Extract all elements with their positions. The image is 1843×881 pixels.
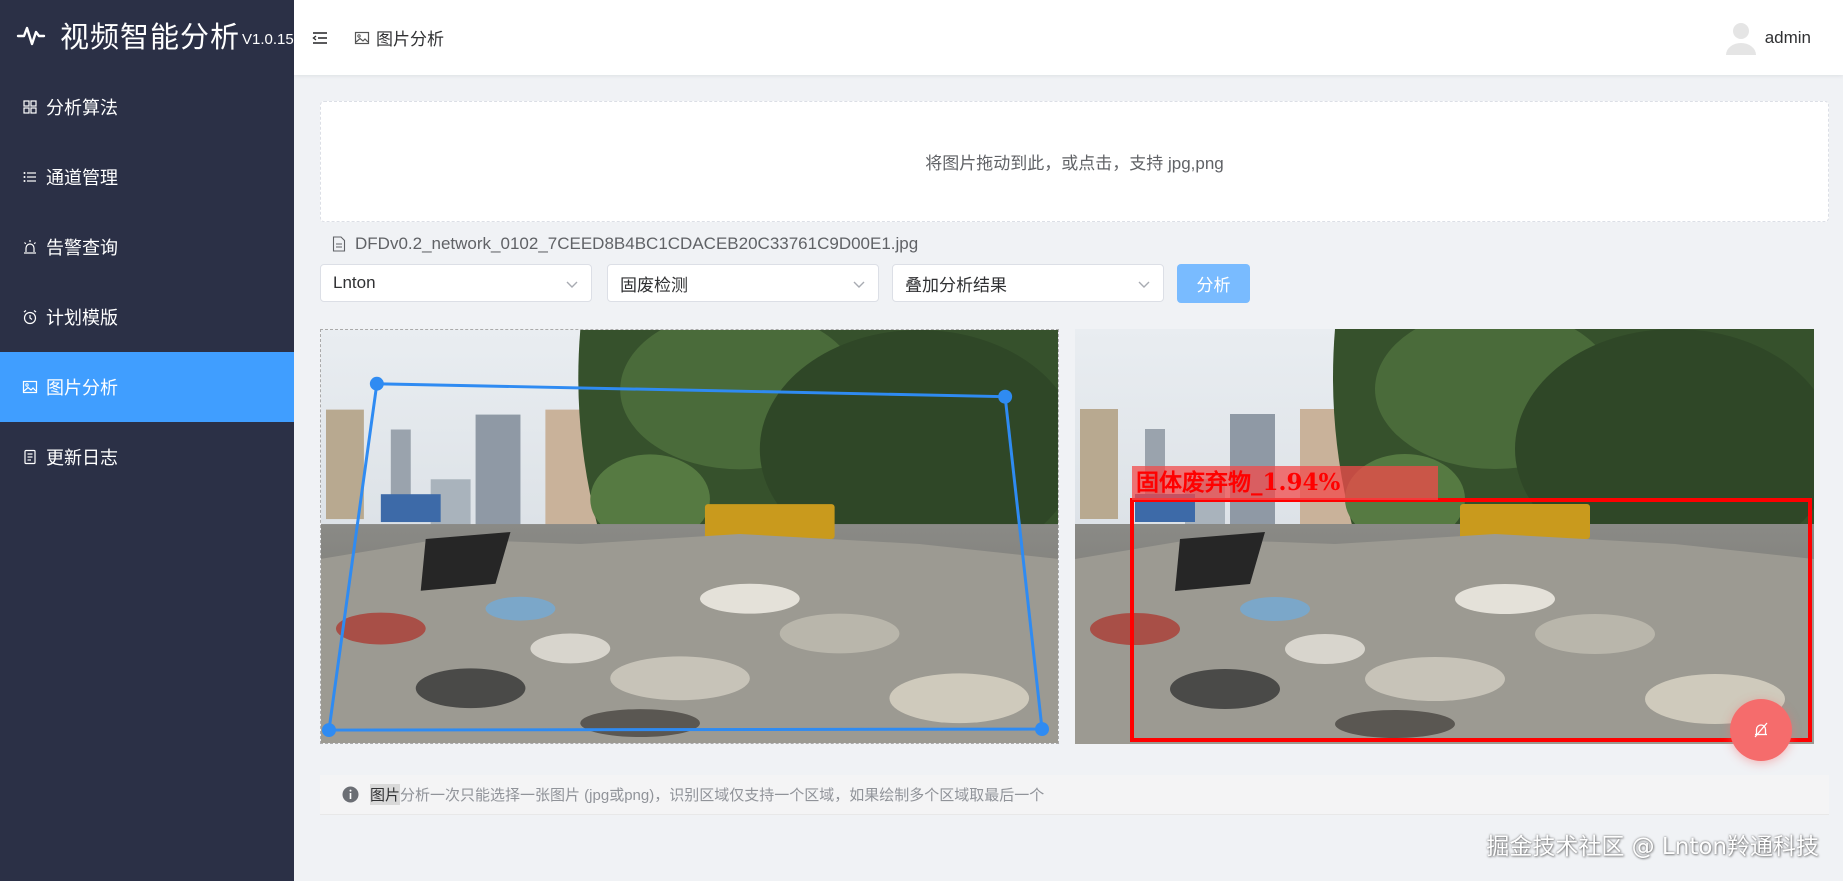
info-icon [342,786,359,803]
tip-highlight: 图片 [370,784,401,805]
clock-icon [22,309,38,325]
grid-icon [22,99,38,115]
algorithm-select[interactable]: 固废检测 [607,264,879,302]
breadcrumb-label: 图片分析 [376,30,444,49]
tip-text: 分析一次只能选择一张图片 (jpg或png)，识别区域仅支持一个区域，如果绘制多… [400,787,1045,804]
picture-icon [22,379,38,395]
sidebar-item-label: 通道管理 [46,168,118,188]
sidebar-item-label: 计划模版 [46,308,118,328]
sidebar-item-channels[interactable]: 通道管理 [0,142,294,212]
top-header: 图片分析 admin [294,0,1843,75]
sidebar-item-label: 分析算法 [46,98,118,118]
result-scene [1075,329,1814,744]
sidebar-item-plan-templates[interactable]: 计划模版 [0,282,294,352]
source-image [321,330,1058,743]
document-icon [22,449,38,465]
info-tip: 图片 分析一次只能选择一张图片 (jpg或png)，识别区域仅支持一个区域，如果绘… [320,775,1829,815]
alarm-icon [22,239,38,255]
chevron-down-icon [853,281,865,288]
algorithm-select-value: 固废检测 [620,275,688,295]
picture-icon [354,31,370,44]
sidebar-menu: 分析算法 通道管理 告警查询 计划模版 图片分析 更新日志 [0,72,294,492]
app-title: 视频智能分析 [60,20,241,54]
mode-select[interactable]: 叠加分析结果 [892,264,1164,302]
result-image: 固体废弃物_1.94% [1075,329,1814,744]
detection-label: 固体废弃物_1.94% [1136,469,1341,496]
file-name: DFDv0.2_network_0102_7CEED8B4BC1CDACEB20… [355,234,919,253]
chevron-down-icon [566,281,578,288]
sidebar-item-label: 告警查询 [46,238,118,258]
pulse-icon [16,26,46,46]
source-image-canvas[interactable] [320,329,1059,744]
selected-file: DFDv0.2_network_0102_7CEED8B4BC1CDACEB20… [332,234,918,254]
upload-hint: 将图片拖动到此，或点击，支持 jpg,png [925,154,1224,173]
sidebar-item-label: 图片分析 [46,378,118,398]
bell-off-icon [1754,722,1768,738]
avatar [1725,23,1756,55]
analyze-button[interactable]: 分析 [1177,264,1250,303]
user-menu[interactable]: admin [1725,20,1811,56]
mode-select-value: 叠加分析结果 [905,275,1007,295]
sidebar: 视频智能分析 V1.0.15 分析算法 通道管理 告警查询 计划模版 图片分析 … [0,0,294,881]
notification-button[interactable] [1730,699,1792,761]
channel-select[interactable]: Lnton [320,264,592,302]
breadcrumb: 图片分析 [354,25,444,50]
upload-dropzone[interactable]: 将图片拖动到此，或点击，支持 jpg,png [320,101,1829,222]
username: admin [1764,28,1811,47]
brand: 视频智能分析 V1.0.15 [0,0,294,70]
menu-fold-icon[interactable] [310,28,330,48]
file-icon [332,236,346,252]
app-version: V1.0.15 [242,30,294,48]
sidebar-item-image-analysis[interactable]: 图片分析 [0,352,294,422]
sidebar-item-alarms[interactable]: 告警查询 [0,212,294,282]
sidebar-item-changelog[interactable]: 更新日志 [0,422,294,492]
chevron-down-icon [1138,281,1150,288]
sidebar-item-label: 更新日志 [46,448,118,468]
channel-select-value: Lnton [333,273,376,292]
sidebar-item-algorithms[interactable]: 分析算法 [0,72,294,142]
list-icon [22,169,38,185]
watermark: 掘金技术社区 @ Lnton羚通科技 [1486,834,1819,860]
